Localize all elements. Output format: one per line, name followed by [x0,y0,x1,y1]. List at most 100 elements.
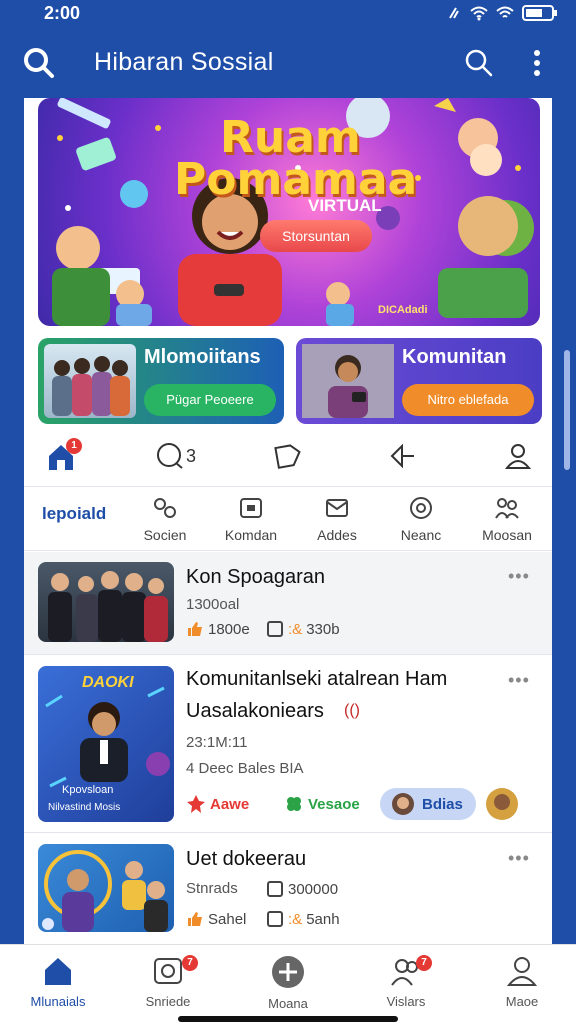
home-badge: 1 [66,438,82,454]
category-tab-first[interactable]: lepoiald [42,504,106,524]
category-tab[interactable]: Komdan [216,496,286,543]
community-card-title: Mlomoiitans [144,346,261,368]
profile-action[interactable] [504,442,532,475]
nav-label: Vislars [386,994,426,1009]
plus-icon [272,956,304,988]
reaction-chip[interactable]: Aawe [186,794,249,814]
people-icon [495,498,519,519]
comment-box-icon [267,881,283,897]
avatar[interactable] [486,788,518,820]
scrollbar[interactable] [564,350,570,470]
comment-action[interactable]: 3 [156,442,216,470]
comment-box-icon [267,621,283,637]
community-card-button[interactable]: Nitro eblefada [402,384,534,416]
at-icon [410,497,432,519]
category-tab[interactable]: Socien [130,496,200,543]
more-options-icon[interactable]: ••• [508,848,530,869]
divider [24,486,552,487]
category-tabs: lepoiald Socien Komdan Addes Neanc Moosa… [24,488,552,550]
home-action[interactable]: 1 [46,438,82,477]
comments-stat[interactable]: :& 330b [266,620,340,638]
comment-box-icon [267,911,283,927]
community-card-title: Komunitan [402,346,507,368]
nav-label: Mlunaials [30,994,86,1009]
category-label: Moosan [482,527,532,543]
feed-title: Komunitanlseki atalrean Ham [186,668,448,690]
banner-cta-button[interactable]: Storsuntan [260,220,372,252]
app-title: Hibaran Sossial [94,48,274,76]
banner-subtitle: VIRTUAL [308,196,382,215]
avatar [392,793,414,815]
battery-icon [522,5,557,21]
nav-item-gallery[interactable]: 7 Snriede [118,955,218,1009]
category-tab[interactable]: Addes [302,496,372,543]
chip-label: Vesaoe [308,795,360,813]
more-options-icon[interactable]: ••• [508,566,530,587]
more-vert-icon[interactable] [530,48,544,78]
community-card[interactable]: Mlomoiitans Pügar Peoeere [38,338,284,424]
chip-label: Aawe [210,795,250,813]
community-photo [44,344,136,418]
share-action[interactable] [388,442,416,475]
nav-badge: 7 [182,955,198,971]
feed-thumbnail: DAOKI Kpovsloan Nilvastind Mosis [38,666,174,822]
wifi-icon [470,6,488,21]
feed-item[interactable]: Kon Spoagaran 1300oal 1800e :& 330b ••• [24,552,552,654]
feed-title: Uet dokeerau [186,848,307,870]
profile-icon [506,957,538,986]
more-options-icon[interactable]: ••• [508,670,530,691]
search-button-icon[interactable] [464,48,494,78]
thumbnail-caption: Nilvastind Mosis [48,802,121,813]
clover-icon [287,797,301,811]
divider [24,832,552,833]
category-label: Neanc [400,527,442,543]
record-icon: (() [344,702,360,719]
nav-item-profile[interactable]: Maoe [472,955,572,1009]
divider [24,654,552,655]
likes-count: Sahel [208,910,247,928]
category-tab[interactable]: Neanc [386,496,456,543]
community-card-button[interactable]: Pügar Peoeere [144,384,276,416]
comments-stat[interactable]: :& 5anh [266,910,340,928]
share-icon [390,443,414,469]
feed-item[interactable]: DAOKI Kpovsloan Nilvastind Mosis Komunit… [24,656,552,832]
divider [24,550,552,551]
separator-icon: :& [288,620,303,638]
likes-count: 1800e [208,620,250,638]
nav-item-create[interactable]: Moana [238,955,338,1011]
profile-icon [504,444,532,469]
search-icon[interactable] [22,46,56,80]
thumbs-up-icon [188,622,202,636]
category-tab[interactable]: Moosan [472,496,542,543]
home-indicator [178,1016,398,1022]
home-icon [45,958,71,985]
status-bar: 2:00 [0,0,576,26]
tag-action[interactable] [274,442,302,475]
feed-title: Kon Spoagaran [186,566,326,588]
thumbnail-caption: Kpovsloan [62,784,114,796]
reaction-chip[interactable]: Bdias [380,788,476,820]
likes-stat[interactable]: Sahel [186,910,246,928]
likes-stat[interactable]: 1800e [186,620,250,638]
nav-label: Moana [268,996,308,1011]
nav-item-home[interactable]: Mlunaials [8,955,108,1009]
feed-thumbnail [38,844,174,932]
promo-banner[interactable]: Ruam Pomamaa VIRTUAL Storsuntan DICAdadi [38,98,540,326]
feed-time: 23:1M:11 [186,734,248,751]
tag-icon [274,444,301,469]
share-icon [154,498,176,518]
app-bar: Hibaran Sossial [0,26,576,98]
feed-title-line2: Uasalakoniears [186,700,324,722]
feed-thumbnail [38,562,174,642]
nav-item-visitors[interactable]: 7 Vislars [356,955,456,1009]
star-icon [187,795,205,813]
gallery-icon [154,958,182,984]
reaction-chip[interactable]: Vesaoe [284,794,360,814]
mail-icon [326,499,348,517]
feed-item[interactable]: Uet dokeerau Stnrads 300000 Sahel :& 5an… [24,834,552,944]
comment-count: 3 [186,446,197,466]
nav-badge: 7 [416,955,432,971]
views-stat: 300000 [266,880,338,898]
status-icons [446,4,558,22]
community-card[interactable]: Komunitan Nitro eblefada [296,338,542,424]
